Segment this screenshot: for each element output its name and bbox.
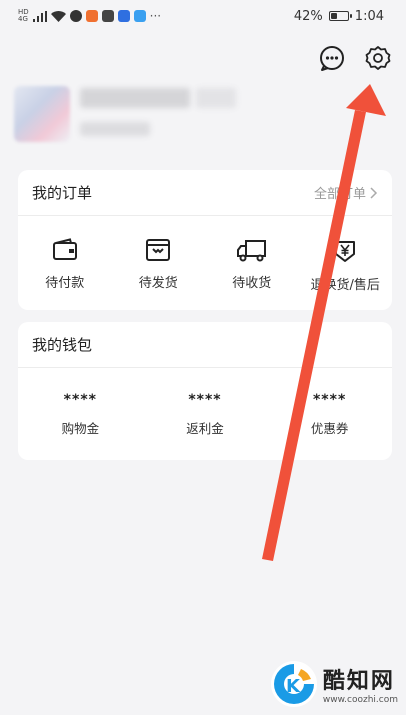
profile-area[interactable] [14,78,274,148]
order-pending-receipt[interactable]: 待收货 [212,238,292,293]
wallet-icon [52,238,77,260]
orders-title: 我的订单 [32,184,93,202]
wallet-value: **** [312,392,347,408]
order-refund[interactable]: 退换货/售后 [305,238,385,293]
svg-text:K: K [286,676,301,697]
arrow-head [346,84,386,116]
wallet-label: 优惠券 [310,421,349,436]
watermark-logo: K [270,661,317,707]
news-app-icon [101,10,114,22]
wallet-coupons[interactable]: **** 优惠券 [280,392,380,437]
wallet-shopping-credit[interactable]: **** 购物金 [30,392,130,437]
chat-bubble-icon[interactable] [316,42,348,74]
more-dots: ··· [149,9,162,23]
wallet-value: **** [63,392,97,408]
wallet-value: **** [188,392,222,408]
wallet-label: 返利金 [186,421,224,436]
status-right: 42% 1:04 [294,9,384,24]
watermark-text: 酷知网 www.coozhi.com [323,663,398,705]
watermark-url: www.coozhi.com [322,695,398,705]
header-actions [316,42,394,74]
wallet-title: 我的钱包 [32,336,93,354]
store-app-icon [117,10,130,22]
order-label: 待收货 [232,276,272,291]
truck-icon [236,240,266,262]
all-orders-link[interactable]: 全部订单 [314,183,378,202]
wallet-rebate[interactable]: **** 返利金 [155,392,255,437]
avatar[interactable] [14,86,70,142]
message-app-icon [69,10,82,22]
user-subtitle-blurred [80,122,150,136]
username-blurred [80,88,190,108]
order-label: 退换货/售后 [310,278,380,293]
signal-icon [32,10,47,22]
refund-icon [335,241,356,262]
order-pending-shipment[interactable]: 待发货 [118,238,198,293]
status-left: HD 4G ··· [18,9,162,24]
username-blurred-tail [196,88,236,108]
wallet-card: 我的钱包 **** 购物金 **** 返利金 **** 优惠券 [18,322,392,460]
clock: 1:04 [354,8,384,24]
order-label: 待付款 [45,276,85,291]
search-app-icon [133,10,146,22]
order-label: 待发货 [138,276,178,291]
order-status-row: 待付款 待发货 待收货 退换货/售后 [18,216,392,293]
orders-card: 我的订单 全部订单 待付款 待发货 待收货 退换货/售后 [18,170,392,310]
wallet-label: 购物金 [61,421,100,436]
chevron-right-icon [370,186,378,199]
battery-percent: 42% [293,8,323,24]
watermark: K 酷知网 www.coozhi.com [270,661,398,707]
wifi-icon [50,10,66,22]
video-app-icon [85,10,98,22]
watermark-title: 酷知网 [322,669,395,694]
network-tag-4g: 4G [18,15,28,23]
battery-icon [328,11,352,21]
status-bar: HD 4G ··· 42% 1:04 [0,0,406,32]
gear-icon[interactable] [362,42,394,74]
package-icon [146,239,171,261]
orders-header: 我的订单 全部订单 [18,170,392,216]
all-orders-label: 全部订单 [313,187,366,202]
order-pending-payment[interactable]: 待付款 [25,238,105,293]
network-tags: HD 4G [18,9,29,23]
wallet-header: 我的钱包 [18,322,392,368]
wallet-row: **** 购物金 **** 返利金 **** 优惠券 [18,368,392,437]
